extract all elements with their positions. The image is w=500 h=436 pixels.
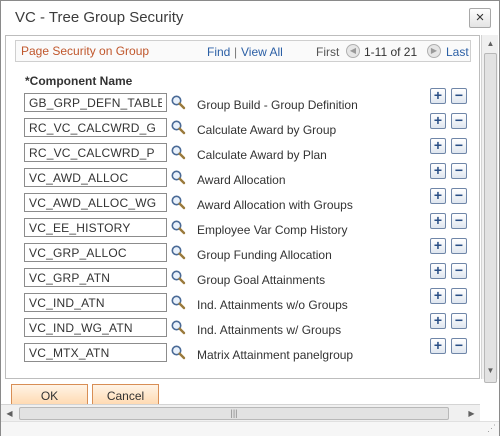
table-row: Award Allocation +− — [6, 163, 479, 193]
table-row: Group Goal Attainments +− — [6, 263, 479, 293]
component-name-input[interactable] — [24, 268, 167, 287]
table-row: Employee Var Comp History +− — [6, 213, 479, 243]
vertical-scroll-thumb[interactable] — [484, 53, 497, 383]
component-name-input[interactable] — [24, 93, 167, 112]
row-range: 1-11 of 21 — [364, 45, 418, 59]
add-row-button[interactable]: + — [430, 88, 446, 104]
component-description: Group Funding Allocation — [197, 248, 332, 262]
add-row-button[interactable]: + — [430, 338, 446, 354]
magnifier-icon[interactable] — [170, 169, 186, 185]
component-description: Group Build - Group Definition — [197, 98, 358, 112]
add-row-button[interactable]: + — [430, 188, 446, 204]
delete-row-button[interactable]: − — [451, 163, 467, 179]
ok-button[interactable]: OK — [11, 384, 88, 406]
first-link[interactable]: First — [316, 45, 339, 59]
component-description: Award Allocation — [197, 173, 286, 187]
vertical-scrollbar[interactable]: ▲ ▼ — [481, 35, 499, 383]
status-bar: ⋰ — [1, 421, 499, 436]
table-row: Calculate Award by Group +− — [6, 113, 479, 143]
component-name-input[interactable] — [24, 318, 167, 337]
add-row-button[interactable]: + — [430, 138, 446, 154]
resize-grip-icon[interactable]: ⋰ — [487, 423, 496, 434]
delete-row-button[interactable]: − — [451, 263, 467, 279]
component-name-header: *Component Name — [25, 74, 133, 88]
delete-row-button[interactable]: − — [451, 288, 467, 304]
delete-row-button[interactable]: − — [451, 138, 467, 154]
component-name-input[interactable] — [24, 218, 167, 237]
component-name-input[interactable] — [24, 193, 167, 212]
table-row: Ind. Attainments w/o Groups +− — [6, 288, 479, 318]
delete-row-button[interactable]: − — [451, 213, 467, 229]
table-row: Award Allocation with Groups +− — [6, 188, 479, 218]
magnifier-icon[interactable] — [170, 219, 186, 235]
delete-row-button[interactable]: − — [451, 88, 467, 104]
add-row-button[interactable]: + — [430, 213, 446, 229]
dialog-content: Page Security on Group Find | View All F… — [5, 35, 480, 379]
cancel-button[interactable]: Cancel — [92, 384, 159, 406]
component-name-input[interactable] — [24, 168, 167, 187]
component-name-input[interactable] — [24, 118, 167, 137]
component-name-input[interactable] — [24, 143, 167, 162]
scroll-left-icon[interactable]: ◀ — [1, 405, 18, 422]
scroll-down-icon[interactable]: ▼ — [482, 362, 499, 379]
close-icon: × — [475, 9, 485, 26]
add-row-button[interactable]: + — [430, 238, 446, 254]
delete-row-button[interactable]: − — [451, 338, 467, 354]
delete-row-button[interactable]: − — [451, 113, 467, 129]
component-name-input[interactable] — [24, 243, 167, 262]
magnifier-icon[interactable] — [170, 319, 186, 335]
component-name-input[interactable] — [24, 343, 167, 362]
next-arrow-icon[interactable]: ▶ — [427, 44, 441, 58]
horizontal-scroll-thumb[interactable]: ||| — [19, 407, 449, 420]
table-row: Group Funding Allocation +− — [6, 238, 479, 268]
scroll-up-icon[interactable]: ▲ — [482, 35, 499, 52]
component-description: Ind. Attainments w/o Groups — [197, 298, 348, 312]
magnifier-icon[interactable] — [170, 194, 186, 210]
close-button[interactable]: × — [469, 8, 491, 28]
component-description: Award Allocation with Groups — [197, 198, 353, 212]
add-row-button[interactable]: + — [430, 163, 446, 179]
add-row-button[interactable]: + — [430, 113, 446, 129]
table-row: Group Build - Group Definition +− — [6, 88, 479, 118]
magnifier-icon[interactable] — [170, 119, 186, 135]
tree-group-security-dialog: VC - Tree Group Security × Page Security… — [0, 0, 500, 436]
delete-row-button[interactable]: − — [451, 238, 467, 254]
add-row-button[interactable]: + — [430, 288, 446, 304]
component-description: Calculate Award by Group — [197, 123, 337, 137]
view-all-link[interactable]: View All — [241, 45, 283, 59]
table-row: Calculate Award by Plan +− — [6, 138, 479, 168]
component-description: Employee Var Comp History — [197, 223, 348, 237]
dialog-title: VC - Tree Group Security — [15, 9, 184, 26]
component-description: Matrix Attainment panelgroup — [197, 348, 354, 362]
last-link[interactable]: Last — [446, 45, 469, 59]
magnifier-icon[interactable] — [170, 244, 186, 260]
link-separator: | — [234, 45, 238, 59]
component-name-input[interactable] — [24, 293, 167, 312]
add-row-button[interactable]: + — [430, 313, 446, 329]
grid-navigation-bar: Page Security on Group Find | View All F… — [15, 40, 471, 62]
scroll-right-icon[interactable]: ▶ — [463, 405, 480, 422]
magnifier-icon[interactable] — [170, 94, 186, 110]
component-description: Group Goal Attainments — [197, 273, 326, 287]
magnifier-icon[interactable] — [170, 144, 186, 160]
delete-row-button[interactable]: − — [451, 313, 467, 329]
magnifier-icon[interactable] — [170, 344, 186, 360]
dialog-titlebar[interactable]: VC - Tree Group Security × — [1, 1, 499, 35]
horizontal-scrollbar[interactable]: ◀ ||| ▶ — [1, 404, 480, 421]
prev-arrow-icon[interactable]: ◀ — [346, 44, 360, 58]
table-row: Matrix Attainment panelgroup +− — [6, 338, 479, 368]
add-row-button[interactable]: + — [430, 263, 446, 279]
table-row: Ind. Attainments w/ Groups +− — [6, 313, 479, 343]
grid-title: Page Security on Group — [21, 44, 150, 58]
magnifier-icon[interactable] — [170, 294, 186, 310]
component-description: Ind. Attainments w/ Groups — [197, 323, 342, 337]
magnifier-icon[interactable] — [170, 269, 186, 285]
component-description: Calculate Award by Plan — [197, 148, 327, 162]
delete-row-button[interactable]: − — [451, 188, 467, 204]
find-link[interactable]: Find — [207, 45, 230, 59]
